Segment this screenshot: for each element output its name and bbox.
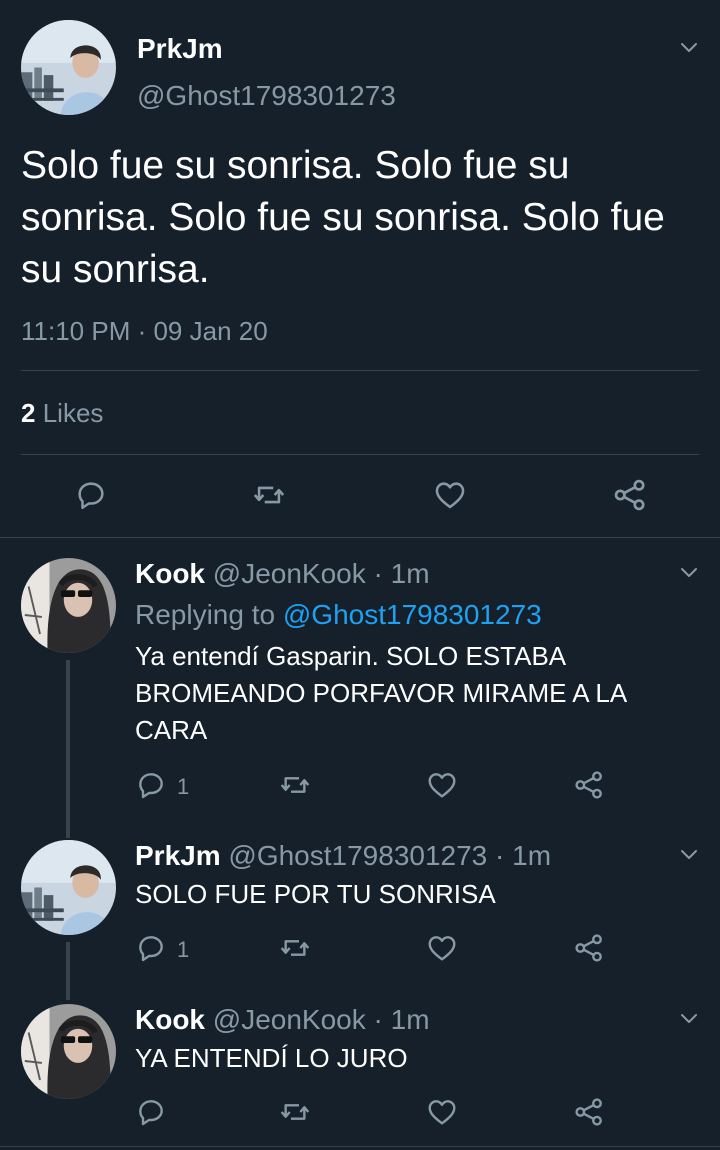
reply-header: Kook @JeonKook · 1m: [135, 560, 430, 588]
avatar[interactable]: [21, 558, 116, 653]
like-icon[interactable]: [426, 769, 458, 801]
tweet-timestamp[interactable]: 11:10 PM · 09 Jan 20: [21, 316, 268, 347]
author-handle[interactable]: @Ghost1798301273: [137, 80, 396, 112]
reply-count: 1: [177, 774, 190, 799]
chevron-down-icon[interactable]: [679, 565, 699, 579]
avatar[interactable]: [21, 20, 116, 115]
reply-time: · 1m: [495, 840, 552, 871]
author-handle[interactable]: @Ghost1798301273: [228, 840, 487, 871]
retweet-icon[interactable]: [278, 769, 312, 801]
reply-icon[interactable]: [135, 769, 167, 801]
reply-time: · 1m: [373, 558, 430, 589]
divider: [21, 370, 699, 371]
avatar[interactable]: [21, 840, 116, 935]
share-icon[interactable]: [573, 1095, 605, 1129]
share-icon[interactable]: [573, 931, 605, 965]
like-icon[interactable]: [426, 1096, 458, 1128]
author-display-name[interactable]: PrkJm: [137, 33, 223, 65]
reply-icon[interactable]: [74, 478, 108, 512]
divider: [0, 1146, 720, 1147]
chevron-down-icon[interactable]: [679, 40, 699, 54]
author-display-name[interactable]: PrkJm: [135, 840, 221, 871]
reply-text: SOLO FUE POR TU SONRISA: [135, 879, 496, 909]
replying-to: Replying to @Ghost1798301273: [135, 601, 542, 629]
author-display-name[interactable]: Kook: [135, 1004, 205, 1035]
divider: [0, 537, 720, 538]
author-handle[interactable]: @JeonKook: [213, 558, 366, 589]
reply-text: Ya entendí Gasparin. SOLO ESTABA BROMEAN…: [135, 641, 626, 745]
like-icon[interactable]: [426, 932, 458, 964]
chevron-down-icon[interactable]: [679, 847, 699, 861]
replying-to-handle[interactable]: @Ghost1798301273: [283, 599, 542, 630]
author-display-name[interactable]: Kook: [135, 558, 205, 589]
reply-icon[interactable]: [135, 932, 167, 964]
avatar[interactable]: [21, 1004, 116, 1099]
share-icon[interactable]: [612, 477, 648, 513]
thread-line: [66, 942, 70, 1000]
likes-stat[interactable]: 2 Likes: [21, 398, 103, 429]
likes-label: Likes: [42, 398, 104, 428]
reply-header: PrkJm @Ghost1798301273 · 1m: [135, 842, 551, 870]
tweet-text: Solo fue su sonrisa. Solo fue su sonrisa…: [21, 144, 665, 291]
retweet-icon[interactable]: [251, 478, 287, 512]
reply-text: YA ENTENDÍ LO JURO: [135, 1043, 408, 1073]
likes-count: 2: [21, 398, 36, 428]
reply-time: · 1m: [373, 1004, 430, 1035]
chevron-down-icon[interactable]: [679, 1011, 699, 1025]
retweet-icon[interactable]: [278, 932, 312, 964]
author-handle[interactable]: @JeonKook: [213, 1004, 366, 1035]
share-icon[interactable]: [573, 768, 605, 802]
reply-header: Kook @JeonKook · 1m: [135, 1006, 430, 1034]
retweet-icon[interactable]: [278, 1096, 312, 1128]
like-icon[interactable]: [433, 478, 467, 512]
divider: [21, 454, 699, 455]
replying-prefix: Replying to: [135, 599, 276, 630]
thread-line: [66, 660, 70, 838]
reply-count: 1: [177, 937, 190, 962]
reply-icon[interactable]: [135, 1096, 167, 1128]
